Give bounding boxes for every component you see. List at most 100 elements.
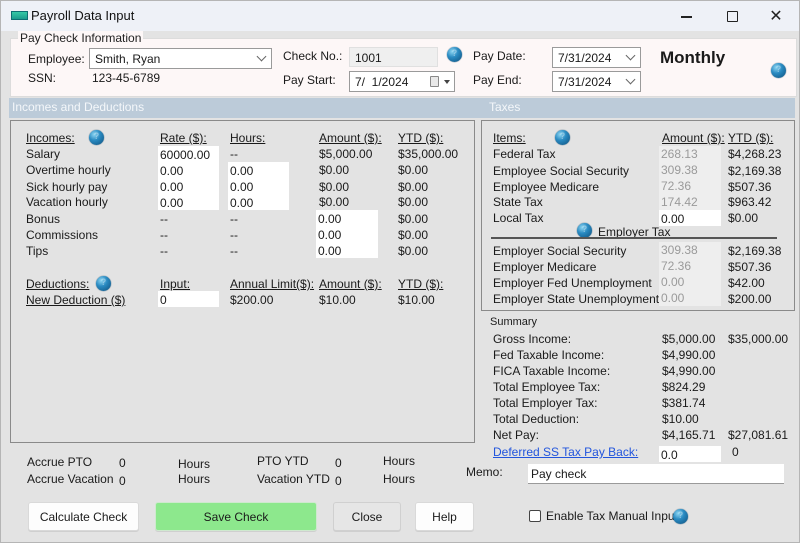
employer-medicare-amount: 72.36 [659, 258, 721, 274]
income-amount: $5,000.00 [319, 147, 373, 161]
tax-ytd-header: YTD ($): [728, 131, 774, 145]
summary-ytd: $27,081.61 [728, 428, 789, 442]
tax-label: Employer Fed Unemployment [493, 276, 652, 290]
income-amount: $0.00 [319, 180, 350, 194]
local-tax-input[interactable] [659, 210, 721, 226]
summary-label: FICA Taxable Income: [493, 364, 611, 378]
deferred-ss-input[interactable] [659, 446, 721, 462]
window-title: Payroll Data Input [31, 8, 135, 23]
pay-end-select[interactable]: 7/31/2024 [552, 71, 641, 92]
pay-frequency: Monthly [660, 48, 726, 67]
deduction-ytd-header: YTD ($): [398, 277, 444, 291]
deduction-amount: $10.00 [319, 293, 356, 307]
tax-ytd: $2,169.38 [728, 244, 782, 258]
memo-value: Pay check [531, 467, 587, 481]
summary-current: $381.74 [662, 396, 706, 410]
income-hours: -- [230, 147, 238, 161]
rate-header: Rate ($): [160, 131, 207, 145]
income-amount: $0.00 [319, 163, 350, 177]
check-no-label: Check No.: [283, 49, 343, 63]
pto-ytd-value: 0 [335, 456, 342, 470]
bonus-amount-input[interactable] [316, 210, 378, 226]
enable-tax-manual-checkbox[interactable] [529, 510, 541, 522]
sick-rate-input[interactable] [158, 178, 219, 194]
help-button[interactable]: Help [415, 502, 474, 531]
sick-hours-input[interactable] [228, 178, 289, 194]
state-tax-amount: 174.42 [659, 194, 721, 210]
tax-ytd: $4,268.23 [728, 147, 782, 161]
summary-current: $4,165.71 [662, 428, 716, 442]
employee-select[interactable]: Smith, Ryan [89, 48, 272, 69]
income-ytd: $0.00 [398, 195, 429, 209]
app-icon [11, 11, 28, 20]
deferred-ss-link[interactable]: Deferred SS Tax Pay Back: [493, 445, 638, 459]
tax-manual-help-icon[interactable] [673, 509, 688, 524]
save-check-button[interactable]: Save Check [155, 502, 317, 531]
income-hours: -- [230, 244, 238, 258]
close-window-button[interactable]: ✕ [753, 1, 799, 31]
overtime-hours-input[interactable] [228, 162, 289, 178]
calculate-check-button[interactable]: Calculate Check [28, 502, 139, 531]
vacation-ytd-label: Vacation YTD [257, 472, 330, 486]
memo-label: Memo: [466, 465, 503, 479]
income-hours: -- [230, 228, 238, 242]
tax-label: Local Tax [493, 211, 544, 225]
tax-ytd: $42.00 [728, 276, 765, 290]
memo-input[interactable]: Pay check [528, 464, 784, 484]
tax-label: Employer Medicare [493, 260, 597, 274]
new-deduction-link[interactable]: New Deduction ($) [26, 293, 125, 307]
check-no-field[interactable]: 1001 [349, 47, 438, 67]
pay-date-value: 7/31/2024 [558, 51, 612, 65]
pay-start-datepicker[interactable]: 7/ 1/2024 [349, 71, 455, 92]
incomes-header: Incomes: [26, 131, 75, 145]
check-no-value: 1001 [355, 51, 382, 65]
maximize-button[interactable] [709, 1, 755, 31]
enable-tax-manual-label[interactable]: Enable Tax Manual Input [546, 509, 678, 523]
employer-tax-help-icon[interactable] [577, 223, 592, 238]
incomes-deductions-title: Incomes and Deductions [12, 100, 145, 114]
summary-ytd: $35,000.00 [728, 332, 789, 346]
tips-amount-input[interactable] [316, 242, 378, 258]
summary-label: Total Deduction: [493, 412, 580, 426]
title-bar: Payroll Data Input ✕ [1, 1, 799, 31]
check-no-help-icon[interactable] [447, 47, 462, 62]
incomes-help-icon[interactable] [89, 130, 104, 145]
summary-current: $4,990.00 [662, 364, 716, 378]
maximize-icon [726, 10, 738, 22]
close-button[interactable]: Close [333, 502, 401, 531]
pay-date-label: Pay Date: [473, 49, 526, 63]
deduction-ytd: $10.00 [398, 293, 435, 307]
pto-ytd-unit: Hours [383, 454, 416, 468]
commissions-amount-input[interactable] [316, 226, 378, 242]
frequency-help-icon[interactable] [771, 63, 786, 78]
deferred-ss-value: 0 [732, 445, 739, 459]
tax-ytd: $507.36 [728, 260, 772, 274]
tax-label: Employer State Unemployment [493, 292, 660, 306]
tax-label: Federal Tax [493, 147, 556, 161]
overtime-rate-input[interactable] [158, 162, 219, 178]
close-icon: ✕ [769, 8, 783, 25]
pay-date-select[interactable]: 7/31/2024 [552, 47, 641, 68]
paycheck-info-legend: Pay Check Information [18, 31, 144, 45]
taxes-help-icon[interactable] [555, 130, 570, 145]
deduction-input[interactable] [158, 291, 219, 307]
summary-current: $10.00 [662, 412, 699, 426]
salary-rate-input[interactable] [158, 146, 219, 162]
tax-ytd: $2,169.38 [728, 164, 782, 178]
income-ytd: $35,000.00 [398, 147, 459, 161]
income-label: Salary [26, 147, 61, 161]
income-rate: -- [160, 228, 168, 242]
income-ytd: $0.00 [398, 244, 429, 258]
accrue-vacation-value: 0 [119, 474, 126, 488]
tax-label: Employer Social Security [493, 244, 627, 258]
accrue-vacation-unit: Hours [178, 472, 211, 486]
minimize-icon [680, 16, 692, 18]
vacation-hours-input[interactable] [228, 194, 289, 210]
pay-end-label: Pay End: [473, 73, 522, 87]
vacation-rate-input[interactable] [158, 194, 219, 210]
deductions-help-icon[interactable] [96, 276, 111, 291]
income-rate: -- [160, 244, 168, 258]
minimize-button[interactable] [663, 1, 709, 31]
tax-label: State Tax [493, 195, 543, 209]
accrue-vacation-label: Accrue Vacation [27, 472, 114, 486]
